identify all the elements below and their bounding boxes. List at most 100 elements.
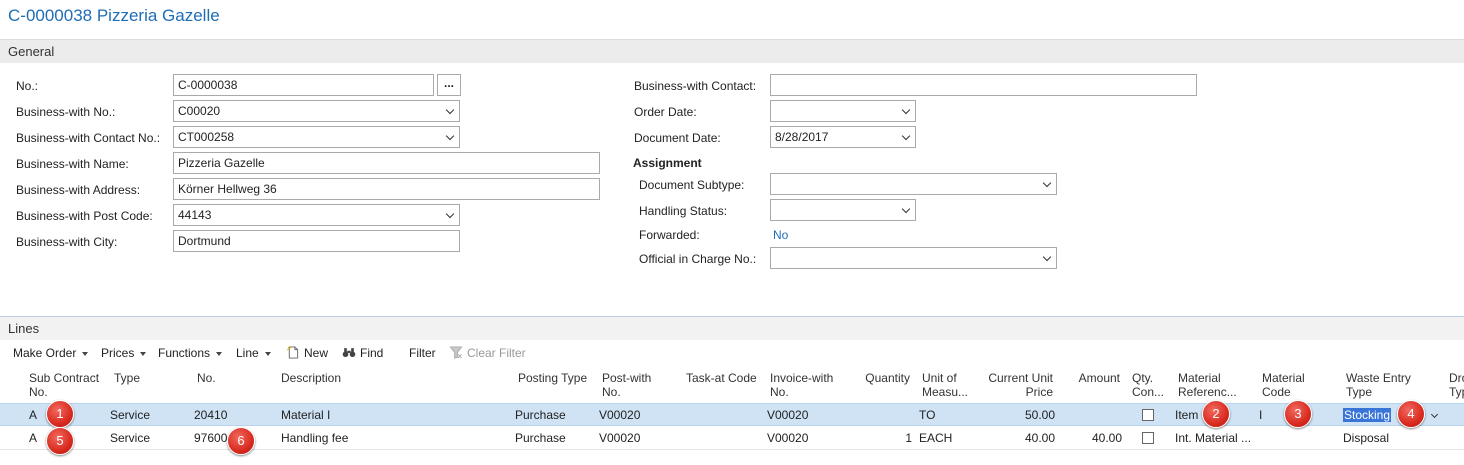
new-button[interactable]: New — [286, 346, 328, 360]
cell-uom[interactable]: TO — [919, 408, 935, 422]
no-assist-button[interactable]: ... — [437, 74, 461, 96]
col-material-reference[interactable]: Material Referenc... — [1178, 371, 1237, 399]
bw-city-field[interactable]: Dortmund — [173, 230, 460, 252]
new-document-icon — [286, 346, 299, 359]
col-uom-line1: Unit of — [922, 371, 957, 385]
cell-uom[interactable]: EACH — [919, 431, 952, 445]
col-material-code-line2: Code — [1262, 385, 1291, 399]
general-section-title: General — [8, 44, 55, 59]
col-current-unit-price[interactable]: Current Unit Price — [970, 371, 1053, 399]
col-description[interactable]: Description — [281, 371, 341, 385]
chevron-down-icon — [82, 351, 89, 356]
cell-no[interactable]: 97600 — [194, 431, 227, 445]
cell-material-ref[interactable]: Int. Material ... — [1175, 431, 1251, 445]
col-quantity[interactable]: Quantity — [850, 371, 910, 385]
filter-button[interactable]: Filter — [409, 346, 436, 360]
clear-filter-button[interactable]: Clear Filter — [449, 346, 526, 360]
col-material-code[interactable]: Material Code — [1262, 371, 1305, 399]
bw-address-field[interactable]: Körner Hellweg 36 — [173, 178, 600, 200]
official-label: Official in Charge No.: — [639, 252, 757, 266]
col-dro-line2: Typ — [1449, 385, 1464, 399]
general-section-header[interactable]: General — [0, 39, 1464, 63]
qty-con-checkbox[interactable] — [1142, 409, 1154, 421]
cell-description[interactable]: Handling fee — [281, 431, 348, 445]
make-order-menu[interactable]: Make Order — [13, 346, 89, 360]
cell-post-with[interactable]: V00020 — [599, 408, 640, 422]
col-posting-type[interactable]: Posting Type — [518, 371, 587, 385]
qty-con-checkbox[interactable] — [1142, 432, 1154, 444]
cell-amount[interactable]: 40.00 — [1062, 431, 1122, 445]
col-qty-con[interactable]: Qty. Con... — [1132, 371, 1164, 399]
bw-contact-label: Business-with Contact: — [634, 79, 757, 93]
lines-section-title: Lines — [8, 321, 40, 336]
col-waste-entry-type[interactable]: Waste Entry Type — [1346, 371, 1411, 399]
chevron-down-icon — [264, 351, 271, 356]
order-date-label: Order Date: — [634, 105, 697, 119]
cell-sub-contract[interactable]: A — [29, 408, 37, 422]
prices-menu[interactable]: Prices — [101, 346, 147, 360]
cell-waste-entry-type[interactable]: Stocking — [1343, 408, 1392, 422]
cell-description[interactable]: Material I — [281, 408, 330, 422]
no-label: No.: — [16, 79, 39, 93]
bw-contact-no-field[interactable]: CT000258 — [173, 126, 460, 148]
line-menu[interactable]: Line — [236, 346, 271, 360]
col-waste-line1: Waste Entry — [1346, 371, 1411, 385]
forwarded-value[interactable]: No — [773, 228, 788, 242]
bw-contact-field[interactable] — [770, 74, 1197, 96]
doc-subtype-field[interactable] — [770, 173, 1057, 195]
col-amount[interactable]: Amount — [1060, 371, 1120, 385]
cell-waste-entry-type[interactable]: Disposal — [1343, 431, 1389, 445]
bw-no-label: Business-with No.: — [16, 105, 116, 119]
cell-type[interactable]: Service — [110, 431, 150, 445]
col-task-at-code[interactable]: Task-at Code — [686, 371, 757, 385]
lines-grid-header: Sub Contract No. Type No. Description Pos… — [0, 366, 1464, 403]
functions-menu[interactable]: Functions — [158, 346, 223, 360]
lines-section-header[interactable]: Lines — [0, 316, 1464, 340]
bw-post-code-field[interactable]: 44143 — [173, 204, 460, 226]
col-unit-of-measure[interactable]: Unit of Measu... — [922, 371, 968, 399]
table-row[interactable]: A Service 97600 Handling fee Purchase V0… — [0, 427, 1464, 450]
col-no[interactable]: No. — [197, 371, 216, 385]
col-sub-contract-line2: No. — [29, 385, 48, 399]
cell-unit-price[interactable]: 50.00 — [995, 408, 1055, 422]
col-invoice-with-line1: Invoice-with — [770, 371, 834, 385]
annotation-badge-5: 5 — [46, 427, 74, 455]
cell-quantity[interactable]: 1 — [850, 431, 912, 445]
cell-unit-price[interactable]: 40.00 — [995, 431, 1055, 445]
cell-invoice-with[interactable]: V00020 — [767, 431, 808, 445]
cell-sub-contract[interactable]: A — [29, 431, 37, 445]
col-type[interactable]: Type — [114, 371, 140, 385]
document-date-label: Document Date: — [634, 131, 721, 145]
bw-no-field[interactable]: C00020 — [173, 100, 460, 122]
col-post-with-line1: Post-with — [602, 371, 652, 385]
no-field[interactable]: C-0000038 — [173, 74, 434, 96]
bw-contact-no-label: Business-with Contact No.: — [16, 131, 161, 145]
cell-invoice-with[interactable]: V00020 — [767, 408, 808, 422]
col-dro-type[interactable]: DroTyp — [1449, 371, 1464, 399]
col-invoice-with[interactable]: Invoice-with No. — [770, 371, 833, 399]
col-sub-contract-line1: Sub Contract — [29, 371, 100, 385]
col-material-ref-line1: Material — [1178, 371, 1221, 385]
handling-status-field[interactable] — [770, 199, 916, 221]
col-post-with[interactable]: Post-with No. — [602, 371, 651, 399]
col-post-with-line2: No. — [602, 385, 621, 399]
clear-filter-icon — [449, 346, 463, 359]
col-qty-con-line2: Con... — [1132, 385, 1165, 399]
official-field[interactable] — [770, 247, 1057, 269]
cell-no[interactable]: 20410 — [194, 408, 227, 422]
table-row[interactable]: A Service 20410 Material I Purchase V000… — [0, 403, 1464, 426]
document-date-field[interactable]: 8/28/2017 — [770, 126, 916, 148]
cell-material-code[interactable]: I — [1259, 408, 1262, 422]
bw-name-field[interactable]: Pizzeria Gazelle — [173, 152, 600, 174]
cell-post-with[interactable]: V00020 — [599, 431, 640, 445]
col-material-code-line1: Material — [1262, 371, 1305, 385]
cell-material-ref[interactable]: Item — [1175, 408, 1198, 422]
cell-posting-type[interactable]: Purchase — [515, 431, 566, 445]
cell-type[interactable]: Service — [110, 408, 150, 422]
cell-posting-type[interactable]: Purchase — [515, 408, 566, 422]
chevron-down-icon[interactable] — [1430, 410, 1439, 419]
forwarded-label: Forwarded: — [639, 228, 700, 242]
col-sub-contract[interactable]: Sub Contract No. — [29, 371, 99, 399]
order-date-field[interactable] — [770, 100, 916, 122]
find-button[interactable]: Find — [342, 346, 383, 360]
